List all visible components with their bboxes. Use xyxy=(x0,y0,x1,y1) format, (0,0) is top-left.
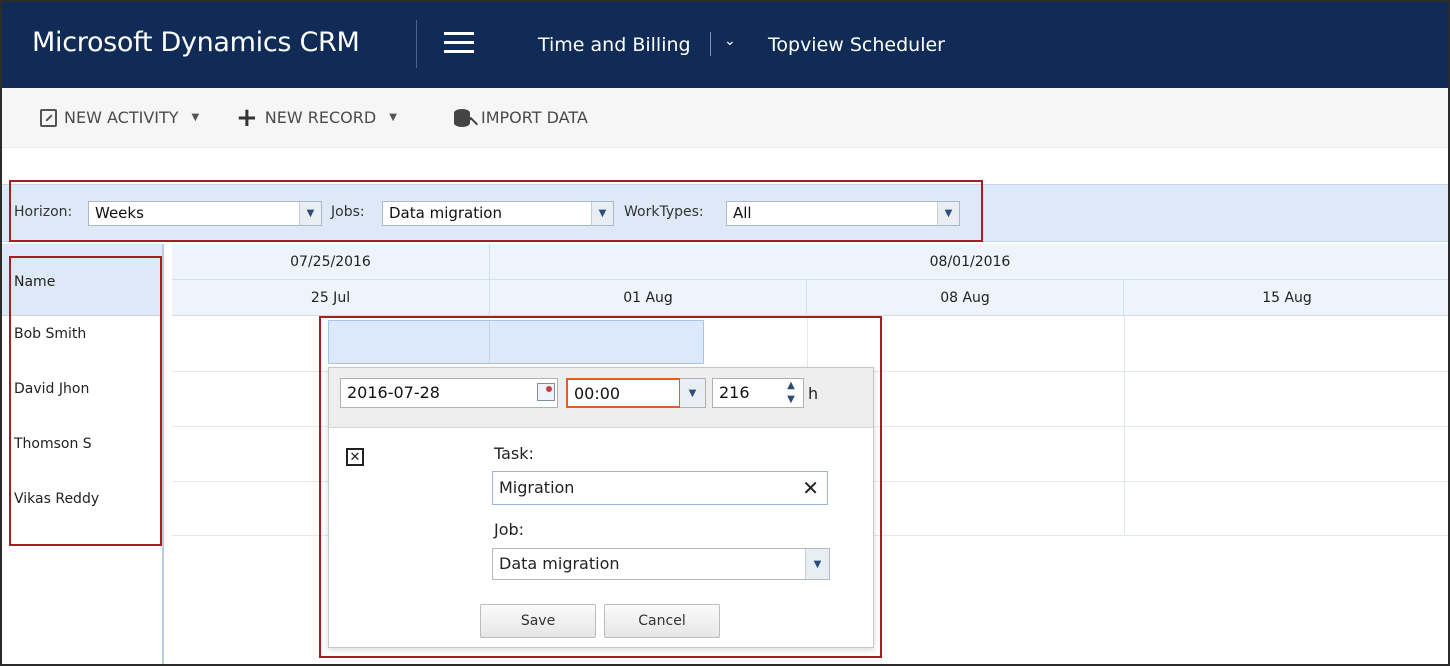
chevron-down-icon[interactable]: ▼ xyxy=(937,202,959,225)
new-record-button[interactable]: + NEW RECORD ▼ xyxy=(236,102,397,133)
spin-up-icon[interactable]: ▲ xyxy=(780,379,802,393)
chevron-down-icon[interactable]: ▼ xyxy=(680,378,706,408)
duration-unit: h xyxy=(808,384,819,403)
job-select[interactable]: Data migration ▼ xyxy=(492,548,830,580)
jobs-select[interactable]: Data migration ▼ xyxy=(382,201,614,226)
caret-down-icon: ▼ xyxy=(191,112,200,123)
name-column-header: Name xyxy=(0,244,162,316)
task-input[interactable]: Migration ✕ xyxy=(492,471,828,505)
calendar-icon[interactable] xyxy=(537,383,555,401)
scheduled-event-bar[interactable] xyxy=(328,320,704,364)
command-bar: NEW ACTIVITY ▼ + NEW RECORD ▼ IMPORT DAT… xyxy=(0,88,1450,148)
resource-name-column: Name Bob Smith David Jhon Thomson S Vika… xyxy=(0,244,164,666)
start-date-value: 2016-07-28 xyxy=(347,383,440,402)
week-group-header: 08/01/2016 xyxy=(929,254,1011,270)
duration-spinner[interactable]: ▲ ▼ xyxy=(780,379,802,407)
close-icon[interactable]: ✕ xyxy=(346,448,364,466)
worktypes-value: All xyxy=(733,204,752,222)
save-button[interactable]: Save xyxy=(480,604,596,638)
worktypes-select[interactable]: All ▼ xyxy=(726,201,960,226)
filter-bar: Horizon: Weeks ▼ Jobs: Data migration ▼ … xyxy=(0,184,1450,242)
column-divider xyxy=(1124,316,1125,534)
app-title: Microsoft Dynamics CRM xyxy=(32,27,360,58)
week-header-15-aug: 15 Aug xyxy=(1262,290,1312,306)
resource-row-bob-smith[interactable]: Bob Smith xyxy=(14,326,86,342)
nav-entity-topview-scheduler[interactable]: Topview Scheduler xyxy=(768,34,945,56)
week-header-08-aug: 08 Aug xyxy=(807,280,1124,316)
nav-area-time-and-billing[interactable]: Time and Billing xyxy=(538,34,691,56)
new-activity-label: NEW ACTIVITY xyxy=(64,108,179,127)
duration-value: 216 xyxy=(719,383,750,402)
task-label: Task: xyxy=(494,444,534,463)
week-header-25-jul: 25 Jul xyxy=(172,280,490,316)
horizon-value: Weeks xyxy=(95,204,144,222)
week-group-header: 07/25/2016 xyxy=(172,244,490,280)
import-data-button[interactable]: IMPORT DATA xyxy=(454,108,588,127)
event-editor-popup xyxy=(328,367,874,648)
activity-icon xyxy=(40,108,57,127)
hamburger-menu-icon[interactable] xyxy=(444,32,474,54)
cancel-button[interactable]: Cancel xyxy=(604,604,720,638)
task-value: Migration xyxy=(499,478,575,497)
chevron-down-icon[interactable]: ▼ xyxy=(591,202,613,225)
start-time-input[interactable]: 00:00 xyxy=(566,378,681,408)
chevron-down-icon[interactable]: ▼ xyxy=(299,202,321,225)
timeline-header-top-row: 07/25/2016 08/01/2016 xyxy=(172,244,1450,280)
nav-area-divider xyxy=(710,32,711,56)
jobs-value: Data migration xyxy=(389,204,502,222)
resource-row-david-jhon[interactable]: David Jhon xyxy=(14,381,89,397)
resource-row-thomson-s[interactable]: Thomson S xyxy=(14,436,92,452)
new-record-label: NEW RECORD xyxy=(264,108,377,127)
database-import-icon xyxy=(454,108,470,127)
job-value: Data migration xyxy=(499,554,620,573)
jobs-label: Jobs: xyxy=(331,204,365,220)
event-week-split xyxy=(489,321,490,363)
chevron-down-icon[interactable]: ▼ xyxy=(805,549,829,579)
timeline-header-week-row: 25 Jul 01 Aug 08 Aug 15 Aug xyxy=(172,280,1450,316)
top-nav-bar: Microsoft Dynamics CRM Time and Billing … xyxy=(0,0,1450,88)
chevron-down-icon[interactable]: ⌄ xyxy=(724,33,736,49)
import-data-label: IMPORT DATA xyxy=(481,108,588,127)
nav-divider xyxy=(416,20,417,68)
resource-row-vikas-reddy[interactable]: Vikas Reddy xyxy=(14,491,99,507)
spin-down-icon[interactable]: ▼ xyxy=(780,393,802,407)
horizon-label: Horizon: xyxy=(14,204,73,220)
week-header-01-aug: 01 Aug xyxy=(490,280,807,316)
start-time-value: 00:00 xyxy=(574,384,621,403)
horizon-select[interactable]: Weeks ▼ xyxy=(88,201,322,226)
start-date-input[interactable]: 2016-07-28 xyxy=(340,378,558,408)
clear-icon[interactable]: ✕ xyxy=(802,476,819,500)
new-activity-button[interactable]: NEW ACTIVITY ▼ xyxy=(40,108,199,127)
job-label: Job: xyxy=(494,520,525,539)
plus-icon: + xyxy=(236,102,258,133)
worktypes-label: WorkTypes: xyxy=(624,204,704,220)
caret-down-icon: ▼ xyxy=(389,112,397,123)
